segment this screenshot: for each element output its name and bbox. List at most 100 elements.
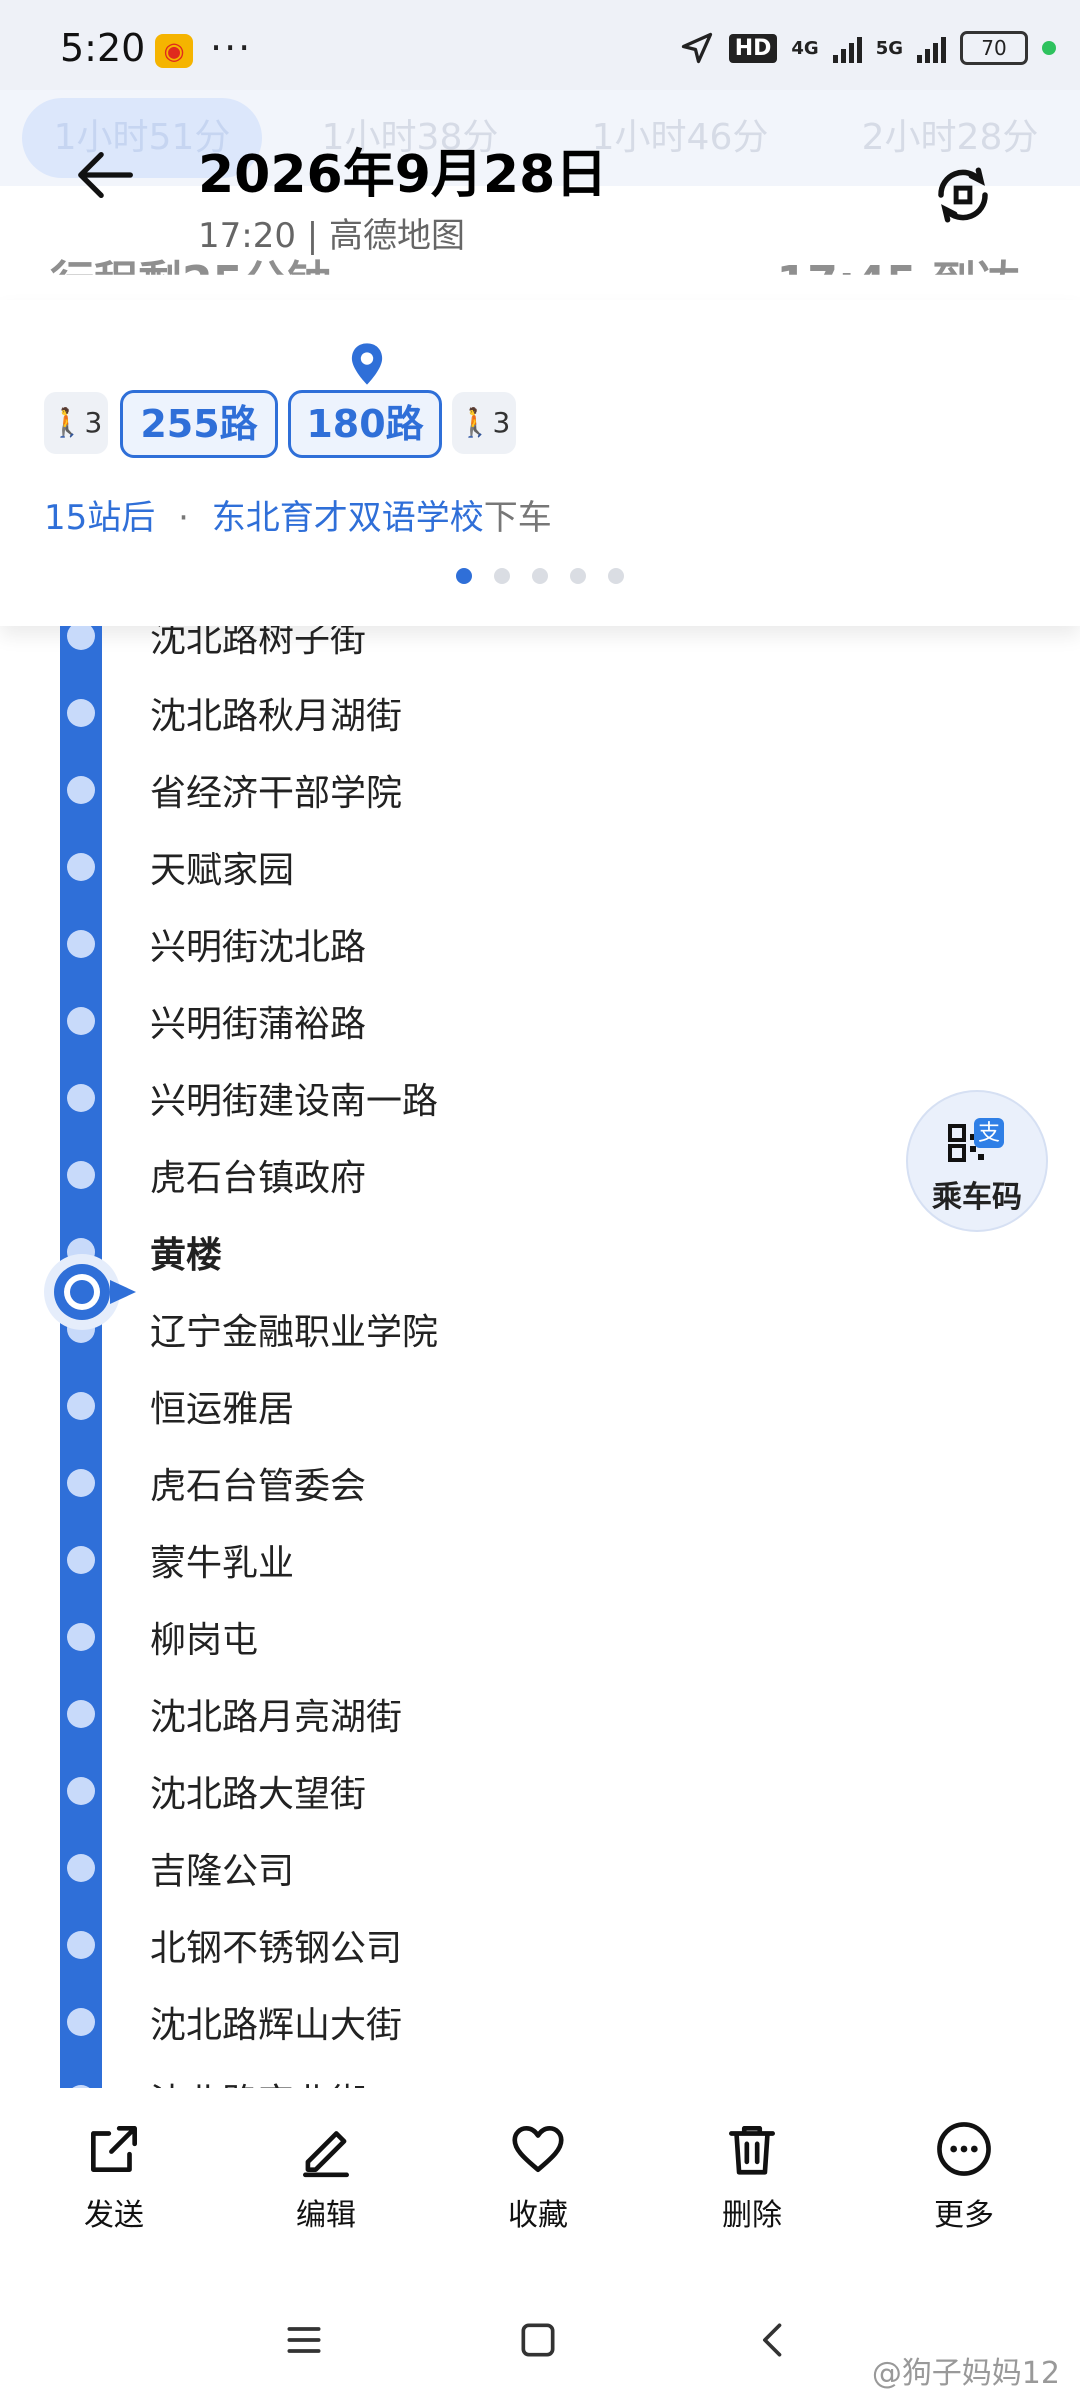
stop-name: 沈北路宏业街 [150, 2073, 366, 2088]
bus-chip-255[interactable]: 255路 [120, 390, 278, 458]
signal-4g-icon [832, 33, 862, 63]
status-time: 5:20 [60, 26, 146, 70]
stop-dot [67, 1700, 95, 1728]
stop-dot [67, 2008, 95, 2036]
destination-stop: 东北育才双语学校 [211, 498, 484, 538]
stop-item[interactable]: 兴明街沈北路 [0, 906, 700, 983]
bus-chip-180[interactable]: 180路 [288, 390, 442, 458]
alight-info: 15站后 · 东北育才双语学校下车 [44, 490, 552, 539]
stop-item[interactable]: 沈北路树子街 [0, 626, 700, 675]
walk-icon: 🚶 [49, 406, 85, 439]
stop-item[interactable]: 天赋家园 [0, 829, 700, 906]
bottom-toolbar: 发送 编辑 收藏 删除 更多 [0, 2088, 1080, 2288]
stop-name: 兴明街建设南一路 [150, 1081, 439, 1122]
stop-dot [67, 1854, 95, 1882]
more-notifications-icon: ··· [210, 26, 253, 70]
stop-item[interactable]: 省经济干部学院 [0, 752, 700, 829]
stop-name: 虎石台管委会 [150, 1466, 367, 1507]
stop-dot [67, 776, 95, 804]
stop-name: 吉隆公司 [150, 1851, 295, 1892]
stop-item[interactable]: 沈北路宏业街 [0, 2061, 700, 2088]
rotate-icon[interactable] [930, 162, 996, 228]
stop-item[interactable]: 沈北路辉山大街 [0, 1984, 700, 2061]
send-button[interactable]: 发送 [44, 2118, 184, 2234]
qr-code-icon: 支 [948, 1118, 1004, 1162]
pager-dot [494, 568, 510, 584]
favorite-button[interactable]: 收藏 [468, 2118, 608, 2234]
more-icon [937, 2122, 991, 2176]
stop-dot [67, 1777, 95, 1805]
stop-name: 柳岗屯 [150, 1620, 259, 1661]
stop-name: 蒙牛乳业 [150, 1543, 295, 1584]
stop-list[interactable]: 沈北路树子街沈北路秋月湖街省经济干部学院 天赋家园兴明街沈北路兴明街蒲裕路兴明街建… [0, 626, 1080, 2088]
stop-dot [67, 1931, 95, 1959]
stop-item[interactable]: 沈北路月亮湖街 [0, 1676, 700, 1753]
info-separator: · [178, 498, 189, 538]
stop-dot [67, 1007, 95, 1035]
menu-icon[interactable] [282, 2318, 326, 2362]
stop-item[interactable]: 蒙牛乳业 [0, 1522, 700, 1599]
privacy-indicator-dot [1042, 41, 1056, 55]
route-card: 🚶3 255路 180路 🚶3 15站后 · 东北育才双语学校下车 [0, 300, 1080, 626]
alipay-badge: 支 [978, 1121, 1000, 1146]
stop-item[interactable]: 兴明街建设南一路 [0, 1060, 700, 1137]
status-indicators: HD 4G 5G 70 [679, 30, 1056, 66]
favorite-label: 收藏 [508, 2198, 568, 2233]
signal-5g-icon [917, 33, 946, 63]
location-arrow-icon [681, 32, 712, 64]
network-5g-label: 5G [875, 37, 903, 59]
stop-dot [67, 1623, 95, 1651]
send-label: 发送 [84, 2198, 144, 2233]
stop-name: 辽宁金融职业学院 [150, 1312, 439, 1353]
stop-name: 北钢不锈钢公司 [150, 1928, 403, 1969]
delete-label: 删除 [722, 2198, 782, 2233]
edit-button[interactable]: 编辑 [256, 2118, 396, 2234]
back-arrow-icon[interactable] [72, 140, 142, 210]
stop-item[interactable]: 沈北路大望街 [0, 1753, 700, 1830]
hd-voice-icon: HD [728, 33, 778, 63]
pager-dot [570, 568, 586, 584]
back-icon[interactable] [752, 2318, 796, 2362]
stop-item[interactable]: 虎石台管委会 [0, 1445, 700, 1522]
header-title: 2026年9月28日 [198, 145, 608, 205]
alight-action: 下车 [483, 498, 552, 538]
stop-name: 虎石台镇政府 [150, 1158, 367, 1199]
stop-item[interactable]: 虎石台镇政府 [0, 1137, 700, 1214]
battery-icon: 70 [960, 31, 1028, 65]
delete-button[interactable]: 删除 [682, 2118, 822, 2234]
ride-code-button[interactable]: 支 乘车码 [906, 1090, 1048, 1232]
stop-item[interactable]: 柳岗屯 [0, 1599, 700, 1676]
weibo-icon: ◉ [155, 34, 193, 68]
stop-name: 沈北路树子街 [150, 626, 367, 660]
pager-dot [532, 568, 548, 584]
stop-name: 恒运雅居 [150, 1389, 295, 1430]
walk-minutes: 3 [492, 406, 511, 439]
stop-name: 沈北路辉山大街 [150, 2005, 403, 2046]
stop-name: 天赋家园 [150, 850, 295, 891]
walk-minutes: 3 [84, 406, 103, 439]
edit-label: 编辑 [296, 2198, 356, 2233]
stop-name: 省经济干部学院 [150, 773, 403, 814]
pager-dot [456, 568, 472, 584]
stop-name: 兴明街沈北路 [150, 927, 367, 968]
stop-dot [67, 1084, 95, 1112]
stop-name: 沈北路月亮湖街 [150, 1697, 403, 1738]
walk-segment-start: 🚶3 [44, 392, 108, 454]
walk-icon: 🚶 [457, 406, 493, 439]
stop-item[interactable]: 吉隆公司 [0, 1830, 700, 1907]
more-button[interactable]: 更多 [894, 2118, 1034, 2234]
stop-item[interactable]: 沈北路秋月湖街 [0, 675, 700, 752]
share-icon [91, 2126, 137, 2172]
stop-dot [67, 1161, 95, 1189]
stop-item[interactable]: 兴明街蒲裕路 [0, 983, 700, 1060]
stop-item[interactable]: 恒运雅居 [0, 1368, 700, 1445]
pager-dot [608, 568, 624, 584]
stop-name: 沈北路大望街 [150, 1774, 367, 1815]
home-icon[interactable] [516, 2318, 560, 2362]
network-4g-label: 4G [791, 37, 819, 59]
watermark: @狗子妈妈12 [871, 2356, 1060, 2391]
current-location-marker [44, 1254, 136, 1330]
stop-item[interactable]: 北钢不锈钢公司 [0, 1907, 700, 1984]
stop-name: 黄楼 [150, 1235, 223, 1276]
ride-code-label: 乘车码 [932, 1180, 1022, 1215]
